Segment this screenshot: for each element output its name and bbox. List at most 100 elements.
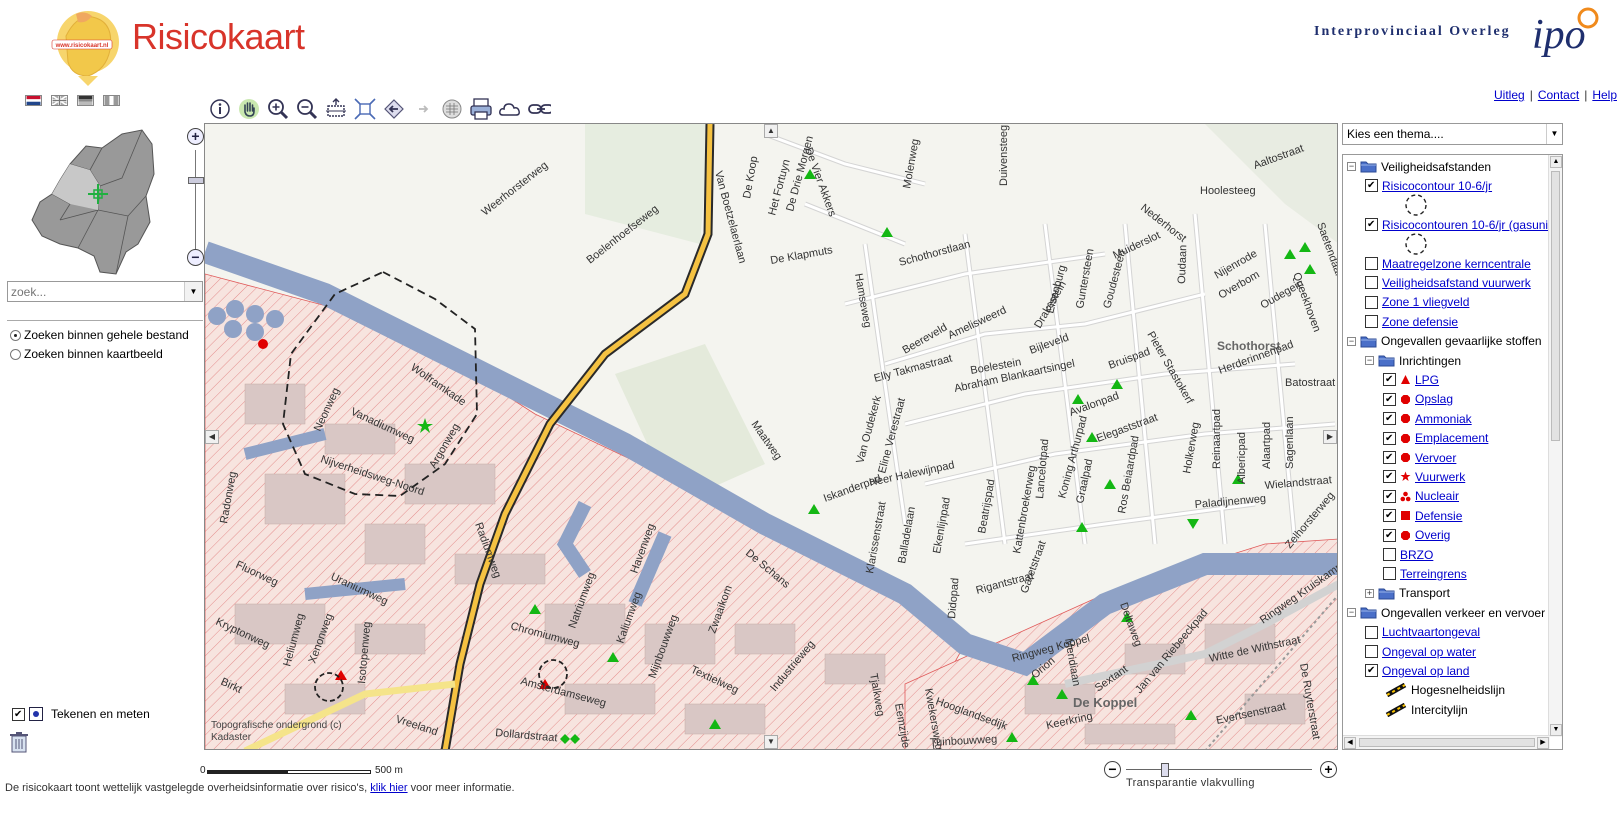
risicokaart-logo[interactable]: www.risicokaart.nl <box>48 6 124 88</box>
layer-checkbox[interactable] <box>1365 276 1378 290</box>
scroll-thumb[interactable] <box>1551 171 1560 441</box>
layer-item[interactable]: BRZO <box>1383 545 1433 564</box>
layer-item[interactable]: Risicocontour 10-6/jr <box>1365 176 1492 195</box>
layer-link[interactable]: Opslag <box>1415 392 1453 406</box>
uitleg-link[interactable]: Uitleg <box>1494 88 1525 102</box>
layer-item[interactable]: Opslag <box>1383 390 1453 409</box>
next-extent-icon[interactable] <box>411 97 435 121</box>
overview-zoom-track[interactable] <box>195 150 196 252</box>
pan-hand-icon[interactable] <box>237 97 261 121</box>
layer-checkbox[interactable] <box>1383 470 1396 484</box>
expand-icon[interactable]: + <box>1365 588 1374 598</box>
layer-link[interactable]: Zone defensie <box>1382 315 1458 329</box>
layer-item[interactable]: Luchtvaartongeval <box>1365 623 1480 642</box>
search-input[interactable] <box>8 282 184 301</box>
transparency-handle[interactable] <box>1161 763 1170 777</box>
layer-link[interactable]: Veiligheidsafstand vuurwerk <box>1382 276 1531 290</box>
layer-link[interactable]: Zone 1 vliegveld <box>1382 295 1469 309</box>
layer-checkbox[interactable] <box>1365 257 1378 270</box>
layer-checkbox[interactable] <box>1383 412 1396 426</box>
ipo-logo[interactable]: ipo <box>1530 4 1602 64</box>
layer-link[interactable]: Risicocontouren 10-6/jr (gasunie) <box>1382 218 1549 232</box>
layer-link[interactable]: Risicocontour 10-6/jr <box>1382 179 1492 193</box>
collapse-icon[interactable]: − <box>1347 162 1356 171</box>
overview-map[interactable] <box>30 124 162 276</box>
link-icon[interactable] <box>527 97 551 121</box>
layer-link[interactable]: Vuurwerk <box>1415 470 1465 484</box>
layer-folder[interactable]: − Inrichtingen <box>1365 351 1461 370</box>
layer-checkbox[interactable] <box>1365 179 1378 193</box>
collapse-icon[interactable]: − <box>1365 356 1374 365</box>
layer-checkbox[interactable] <box>1365 295 1378 309</box>
layer-link[interactable]: Luchtvaartongeval <box>1382 625 1480 639</box>
layer-checkbox[interactable] <box>1383 509 1396 523</box>
print-icon[interactable] <box>469 97 493 121</box>
flag-nl-icon[interactable] <box>25 95 42 106</box>
collapse-icon[interactable]: − <box>1347 608 1356 618</box>
transparency-track[interactable] <box>1126 769 1312 770</box>
trash-icon[interactable] <box>9 731 29 753</box>
scroll-thumb[interactable] <box>1359 738 1535 747</box>
overview-zoom-handle[interactable] <box>188 177 204 185</box>
layer-folder[interactable]: + Transport <box>1365 584 1450 603</box>
layer-checkbox[interactable] <box>1365 625 1378 639</box>
layer-link[interactable]: Terreingrens <box>1400 567 1467 581</box>
radio-icon[interactable] <box>10 348 21 360</box>
transparency-decrease-button[interactable]: − <box>1104 761 1121 778</box>
layer-item[interactable]: LPG <box>1383 370 1439 389</box>
overview-zoom-out-button[interactable]: − <box>187 249 204 266</box>
radio-selected-icon[interactable] <box>10 329 21 341</box>
scroll-up-icon[interactable]: ▲ <box>1550 156 1562 168</box>
layer-checkbox[interactable] <box>1383 451 1396 464</box>
layer-checkbox[interactable] <box>1365 664 1378 678</box>
layer-item[interactable]: Ongeval op water <box>1365 642 1476 661</box>
search-scope-all[interactable]: Zoeken binnen gehele bestand <box>10 328 189 342</box>
layer-checkbox[interactable] <box>1383 431 1396 445</box>
info-icon[interactable] <box>208 97 232 121</box>
pan-south-button[interactable]: ▼ <box>764 735 778 749</box>
layer-checkbox[interactable] <box>1383 548 1396 561</box>
layer-checkbox[interactable] <box>1365 645 1378 658</box>
flag-de-icon[interactable] <box>77 95 94 106</box>
layer-checkbox[interactable] <box>1383 373 1396 387</box>
layer-link[interactable]: Maatregelzone kerncentrale <box>1382 257 1531 271</box>
layer-link[interactable]: Ongeval op land <box>1382 664 1469 678</box>
layer-link[interactable]: Vervoer <box>1415 451 1456 465</box>
layer-checkbox[interactable] <box>1365 315 1378 329</box>
layer-link[interactable]: Ammoniak <box>1415 412 1472 426</box>
layer-item[interactable]: Veiligheidsafstand vuurwerk <box>1365 273 1531 292</box>
layer-item[interactable]: Zone defensie <box>1365 312 1458 331</box>
overview-zoom-in-button[interactable]: + <box>187 128 204 145</box>
layer-item[interactable]: Overig <box>1383 526 1450 545</box>
full-extent-icon[interactable] <box>353 97 377 121</box>
map-view[interactable]: Weerhorsterweg Boelenhoefseweg Van Boetz… <box>204 123 1338 750</box>
layer-link[interactable]: Defensie <box>1415 509 1462 523</box>
layer-tree-vertical-scrollbar[interactable]: ▲ ▼ <box>1548 155 1562 737</box>
flag-uk-icon[interactable] <box>51 95 68 106</box>
zoom-in-icon[interactable] <box>266 97 290 121</box>
layer-checkbox[interactable] <box>1383 528 1396 542</box>
collapse-icon[interactable]: − <box>1347 336 1356 346</box>
theme-select[interactable]: Kies een thema.... ▼ <box>1342 123 1563 145</box>
layer-folder[interactable]: − Ongevallen verkeer en vervoer <box>1347 603 1545 622</box>
layer-checkbox[interactable] <box>1383 567 1396 581</box>
layer-item[interactable]: Ongeval op land <box>1365 661 1469 680</box>
layer-item[interactable]: Maatregelzone kerncentrale <box>1365 254 1531 273</box>
search-dropdown-arrow-icon[interactable]: ▼ <box>184 282 202 301</box>
previous-extent-icon[interactable] <box>382 97 406 121</box>
layer-item[interactable]: Risicocontouren 10-6/jr (gasunie) <box>1365 215 1549 234</box>
chevron-down-icon[interactable]: ▼ <box>1546 124 1562 144</box>
draw-tool-icon[interactable] <box>29 707 43 721</box>
scroll-down-icon[interactable]: ▼ <box>1550 724 1562 736</box>
layer-item[interactable]: Defensie <box>1383 506 1462 525</box>
layer-checkbox[interactable] <box>1383 489 1396 503</box>
cloud-icon[interactable] <box>498 97 522 121</box>
zoom-out-icon[interactable] <box>295 97 319 121</box>
layer-item[interactable]: Vervoer <box>1383 448 1456 467</box>
more-info-link[interactable]: klik hier <box>370 782 407 794</box>
layer-folder[interactable]: − Ongevallen gevaarlijke stoffen <box>1347 332 1542 351</box>
layer-folder[interactable]: − Veiligheidsafstanden <box>1347 157 1491 176</box>
scroll-right-icon[interactable]: ▶ <box>1537 737 1549 749</box>
layer-item[interactable]: Terreingrens <box>1383 564 1467 583</box>
transparency-increase-button[interactable]: + <box>1320 761 1337 778</box>
